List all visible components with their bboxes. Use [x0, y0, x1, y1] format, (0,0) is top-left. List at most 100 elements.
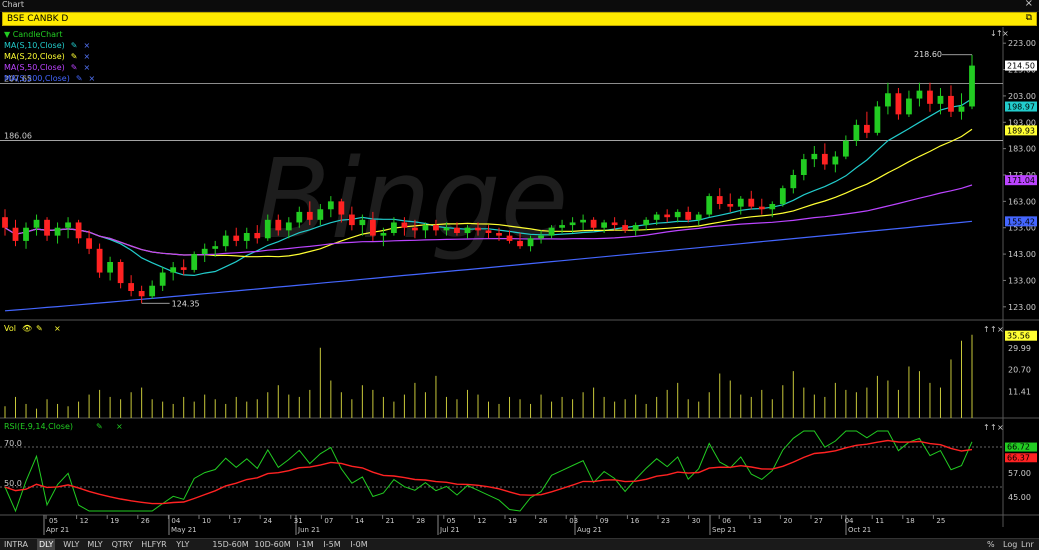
legend-item[interactable]: ▼ CandleChart: [4, 30, 62, 39]
candle-body: [296, 211, 303, 223]
price-tag-label: 189.93: [1007, 126, 1035, 135]
x-month-label: Sep 21: [712, 526, 736, 534]
scale-button[interactable]: %: [987, 539, 995, 550]
candle-body: [96, 248, 103, 273]
period-button-hlfyr[interactable]: HLFYR: [139, 539, 169, 550]
candle-body: [864, 124, 870, 133]
pencil-icon[interactable]: ✎: [76, 74, 83, 83]
period-button-qtry[interactable]: QTRY: [110, 539, 135, 550]
pencil-icon[interactable]: ✎: [71, 52, 78, 61]
candle-body: [916, 90, 923, 99]
period-button-wly[interactable]: WLY: [61, 539, 81, 550]
price-tag-label: 171.04: [1007, 176, 1035, 185]
pane-close-icon[interactable]: ×: [1002, 29, 1009, 38]
close-icon[interactable]: ×: [89, 74, 96, 83]
candle-body: [527, 238, 534, 247]
x-month-label: Aug 21: [577, 526, 602, 534]
rsi-line: [4, 430, 973, 513]
candle-body: [86, 238, 92, 249]
candle-body: [832, 156, 839, 165]
window-title: Chart: [2, 0, 24, 9]
chart-canvas[interactable]: Binge 223.00213.00203.00193.00183.00173.…: [0, 27, 1039, 538]
candle-body: [958, 106, 965, 112]
rsi-tag-label: 66.72: [1007, 443, 1030, 452]
period-button-yly[interactable]: YLY: [174, 539, 191, 550]
candle-body: [664, 214, 671, 218]
candle-body: [170, 267, 177, 273]
candle-body: [138, 291, 145, 297]
pencil-icon[interactable]: ✎: [71, 41, 78, 50]
volume-pane-up2-icon: ↑: [990, 325, 997, 334]
close-icon[interactable]: ×: [83, 63, 90, 72]
rsi-level-label: 50.0: [4, 479, 22, 488]
grid-layer: [0, 27, 1039, 535]
candle-body: [885, 93, 891, 107]
window-titlebar: Chart ×: [0, 0, 1039, 12]
candle-body: [927, 90, 933, 104]
candle-body: [779, 188, 786, 204]
legend-item[interactable]: MA(S,50,Close) ✎ ×: [4, 63, 90, 72]
x-tick-label: 04: [845, 517, 854, 525]
candle-body: [2, 217, 8, 228]
price-tag-label: 198.97: [1007, 103, 1035, 112]
low-annotation-label: 124.35: [172, 299, 200, 308]
candle-body: [338, 201, 345, 215]
candle-body: [590, 219, 597, 228]
legend-item[interactable]: MA(S,20,Close) ✎ ×: [4, 52, 90, 61]
candle-body: [685, 211, 692, 220]
x-tick-label: 23: [661, 517, 670, 525]
pencil-icon[interactable]: ✎: [71, 63, 78, 72]
scale-button[interactable]: Log: [1003, 539, 1017, 550]
legend-item[interactable]: MA(S,10,Close) ✎ ×: [4, 41, 90, 50]
period-button-mly[interactable]: MLY: [85, 539, 104, 550]
x-month-label: Jun 21: [297, 526, 320, 534]
candle-body: [369, 219, 376, 236]
volume-eye-icon: 👁: [22, 324, 32, 333]
candle-body: [359, 219, 366, 226]
period-button-intra[interactable]: INTRA: [2, 539, 30, 550]
candle-body: [464, 227, 471, 233]
price-tick-label: 223.00: [1008, 39, 1036, 48]
x-tick-label: 16: [630, 517, 639, 525]
price-tag-label: 214.50: [1007, 62, 1035, 71]
rsi-pane-title: RSI(E,9,14,Close): [4, 422, 73, 431]
price-tag-label: 155.42: [1007, 217, 1035, 226]
x-tick-label: 24: [263, 517, 272, 525]
range-button[interactable]: I-5M: [321, 539, 342, 550]
candle-body: [380, 233, 387, 236]
range-button[interactable]: 15D-60M: [210, 539, 250, 550]
x-tick-label: 17: [233, 517, 242, 525]
candle-body: [327, 201, 334, 210]
x-tick-label: 25: [936, 517, 945, 525]
rsi-tag-label: 66.37: [1007, 453, 1030, 462]
period-button-dly[interactable]: DLY: [37, 539, 56, 550]
range-button[interactable]: I-0M: [348, 539, 369, 550]
candle-body: [969, 65, 975, 107]
candle-body: [285, 222, 292, 231]
candle-body: [33, 219, 40, 228]
symbol-bar[interactable]: BSE CANBK D ⧉: [2, 12, 1037, 26]
candle-body: [65, 222, 71, 228]
candle-body: [201, 248, 208, 255]
legend-item[interactable]: MA(S,200,Close) ✎ ×: [4, 74, 95, 83]
volume-tick-label: 20.70: [1008, 366, 1031, 375]
close-icon[interactable]: ×: [1025, 0, 1033, 9]
close-icon[interactable]: ×: [83, 41, 90, 50]
detach-icon[interactable]: ⧉: [1026, 13, 1032, 23]
candle-body: [800, 159, 807, 175]
symbol-name[interactable]: BSE CANBK D: [7, 14, 68, 24]
range-button[interactable]: 10D-60M: [252, 539, 292, 550]
candle-body: [874, 106, 881, 133]
x-tick-label: 07: [324, 517, 333, 525]
x-tick-label: 27: [814, 517, 823, 525]
x-month-label: Oct 21: [848, 526, 871, 534]
x-tick-label: 31: [294, 517, 303, 525]
range-button[interactable]: I-1M: [294, 539, 315, 550]
price-tick-label: 183.00: [1008, 145, 1036, 154]
x-tick-label: 06: [722, 517, 731, 525]
volume-tag-label: 35.56: [1007, 332, 1030, 341]
rsi-layer: [4, 430, 973, 513]
close-icon[interactable]: ×: [83, 52, 90, 61]
candle-body: [475, 227, 481, 231]
scale-button[interactable]: Lnr: [1021, 539, 1034, 550]
